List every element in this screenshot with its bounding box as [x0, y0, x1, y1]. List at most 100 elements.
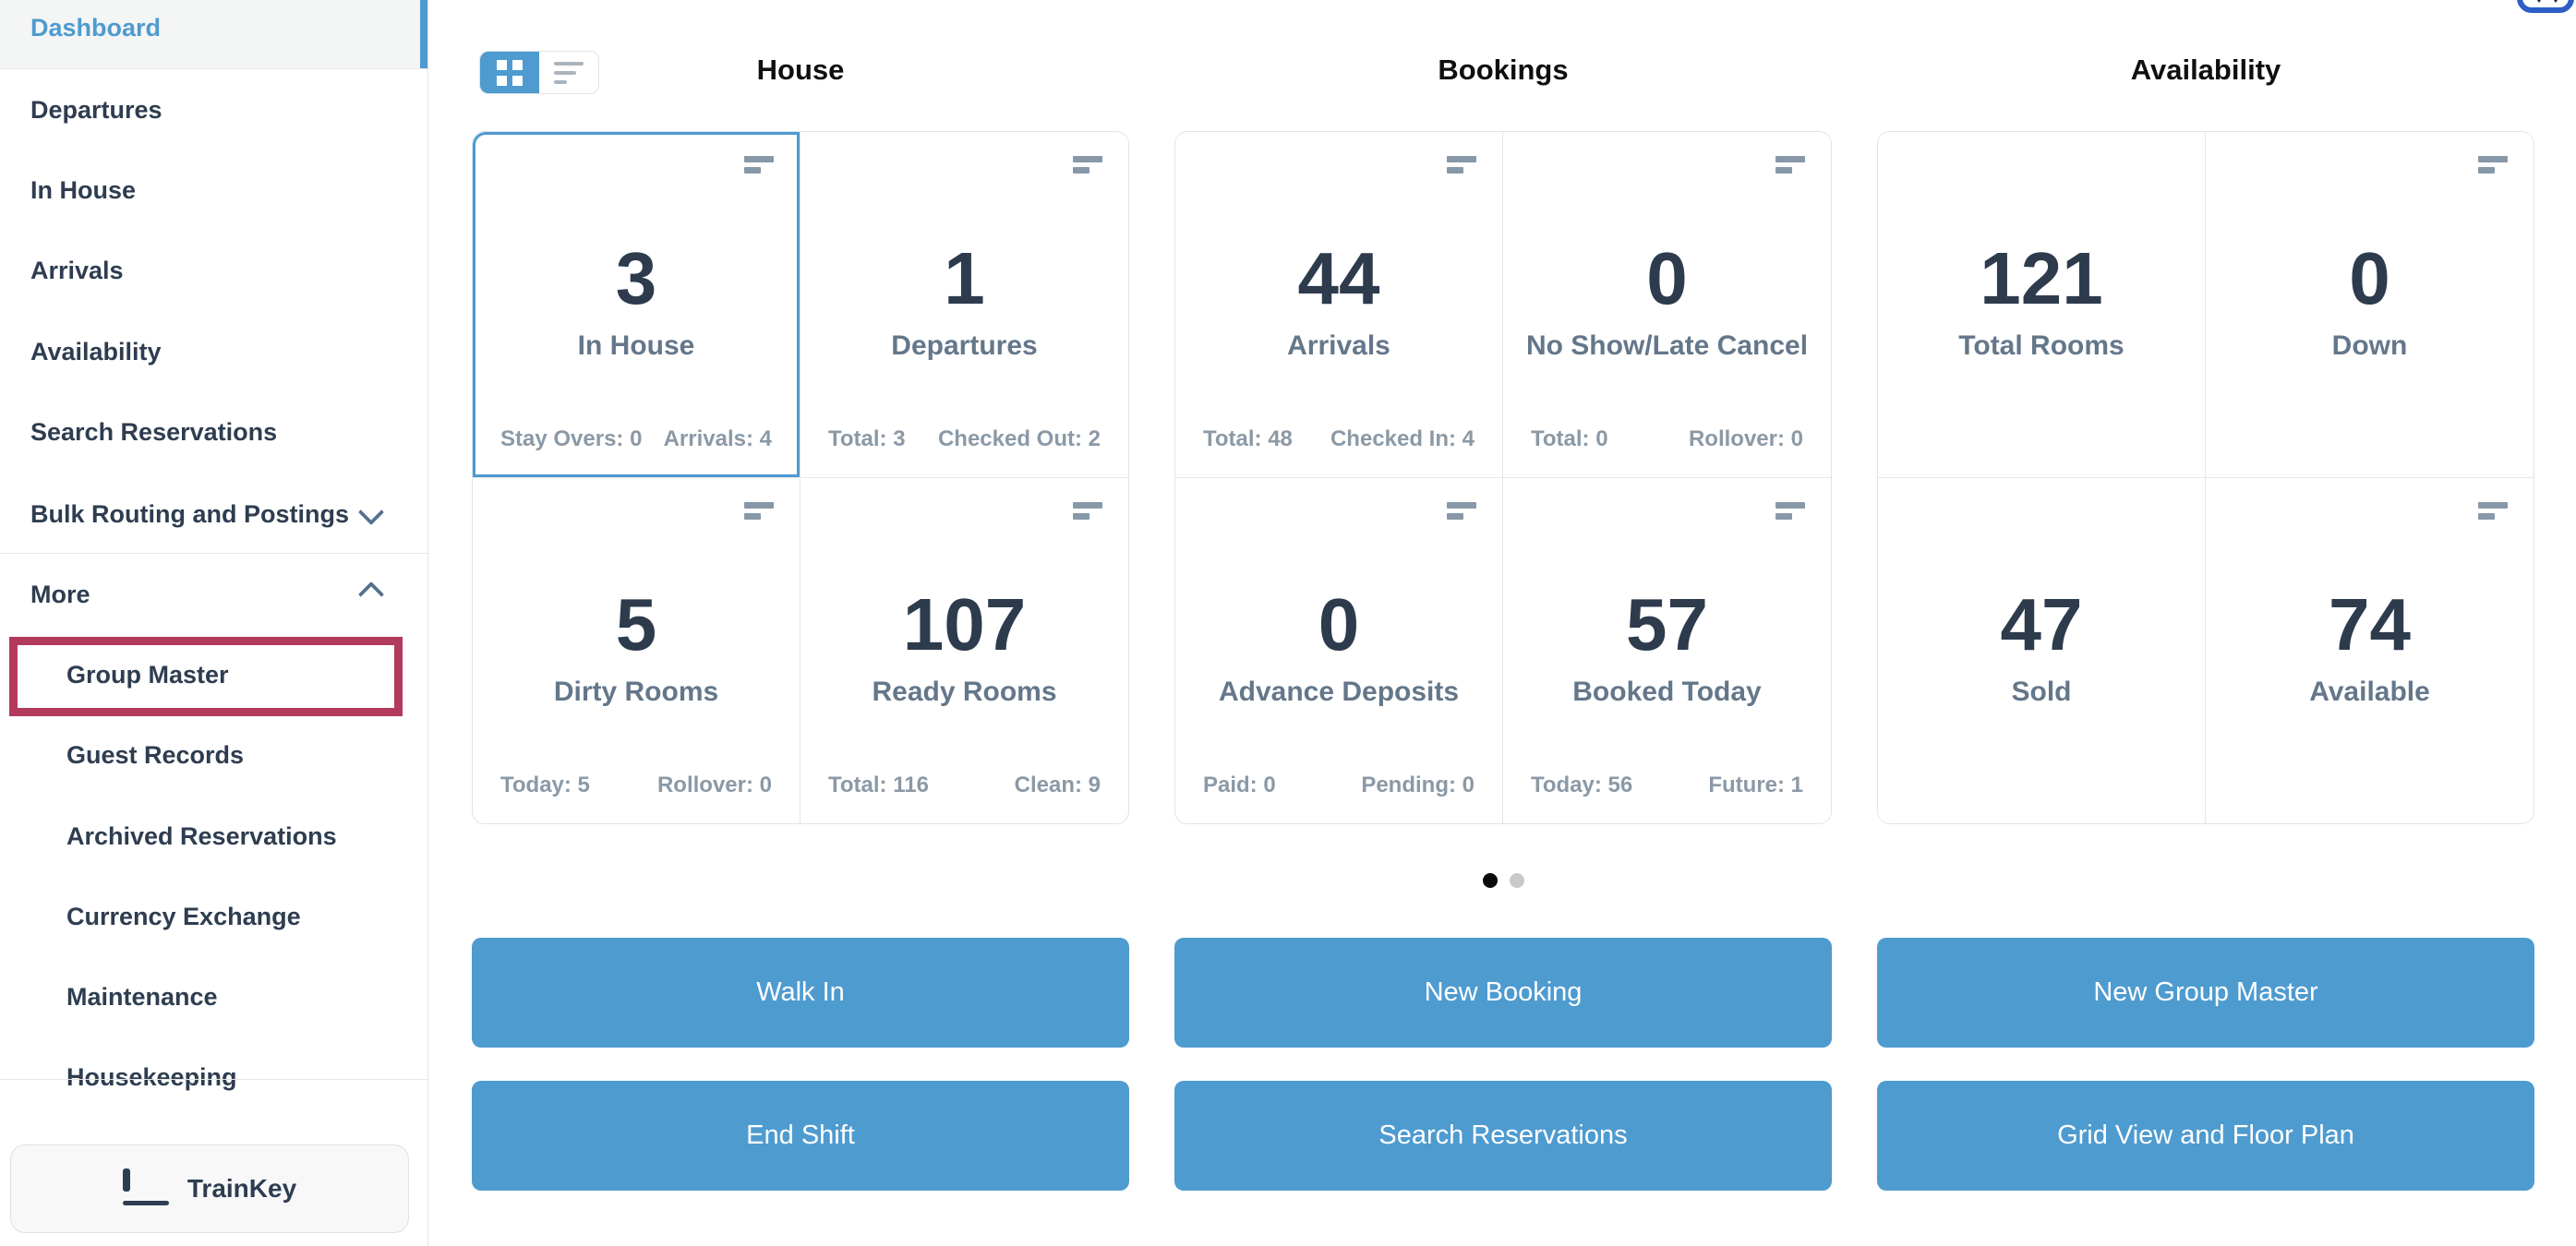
sidebar-item-bulk-routing[interactable]: Bulk Routing and Postings — [30, 499, 349, 529]
laptop-icon — [123, 1172, 169, 1205]
sidebar-item-currency-exchange[interactable]: Currency Exchange — [66, 902, 301, 931]
stat-card-down[interactable]: 0 Down — [2206, 132, 2534, 478]
stat-sub-right: Future: 1 — [1708, 773, 1803, 798]
sidebar-item-guest-records[interactable]: Guest Records — [66, 740, 244, 770]
sidebar-item-in-house[interactable]: In House — [30, 175, 136, 205]
chevron-up-icon[interactable] — [358, 581, 384, 607]
sidebar-item-arrivals[interactable]: Arrivals — [30, 256, 124, 285]
stat-value: 44 — [1175, 236, 1502, 321]
stat-card-dirty-rooms[interactable]: 5 Dirty Rooms Today: 5 Rollover: 0 — [473, 478, 800, 823]
stat-value: 0 — [1503, 236, 1831, 321]
menu-lines-icon[interactable] — [1447, 156, 1476, 174]
trainkey-label: TrainKey — [187, 1174, 296, 1204]
sidebar-item-search-reservations[interactable]: Search Reservations — [30, 417, 277, 447]
sidebar: Dashboard Departures In House Arrivals A… — [0, 0, 428, 1246]
stat-label: Departures — [800, 330, 1128, 362]
stat-label: Total Rooms — [1878, 330, 2205, 362]
stat-sub-right: Rollover: 0 — [1689, 426, 1803, 452]
sidebar-item-group-master[interactable]: Group Master — [66, 660, 229, 689]
sidebar-item-departures[interactable]: Departures — [30, 95, 163, 125]
stat-sub-left: Today: 5 — [500, 773, 590, 798]
menu-lines-icon[interactable] — [744, 502, 774, 521]
stat-card-in-house[interactable]: 3 In House Stay Overs: 0 Arrivals: 4 — [473, 132, 800, 478]
stat-card-departures[interactable]: 1 Departures Total: 3 Checked Out: 2 — [800, 132, 1128, 478]
stat-sub-left: Total: 116 — [828, 773, 929, 798]
stat-label: Booked Today — [1503, 677, 1831, 708]
stat-sub-left: Paid: 0 — [1203, 773, 1276, 798]
stat-sub-right: Pending: 0 — [1361, 773, 1475, 798]
sidebar-item-more[interactable]: More — [30, 580, 90, 609]
sidebar-item-dashboard[interactable]: Dashboard — [30, 13, 161, 42]
chevron-down-icon[interactable] — [358, 499, 384, 525]
menu-lines-icon[interactable] — [1776, 502, 1805, 521]
stat-label: Sold — [1878, 677, 2205, 708]
new-booking-button[interactable]: New Booking — [1174, 938, 1832, 1048]
stat-label: Arrivals — [1175, 330, 1502, 362]
sidebar-divider — [0, 553, 427, 554]
stat-label: In House — [473, 330, 800, 362]
stat-card-arrivals[interactable]: 44 Arrivals Total: 48 Checked In: 4 — [1175, 132, 1503, 478]
menu-lines-icon[interactable] — [744, 156, 774, 174]
stat-label: No Show/Late Cancel — [1503, 330, 1831, 362]
stat-sub-right: Checked Out: 2 — [938, 426, 1101, 452]
stat-sub-right: Arrivals: 4 — [664, 426, 772, 452]
carousel-pagination — [1174, 873, 1832, 888]
stat-value: 107 — [800, 582, 1128, 667]
menu-lines-icon[interactable] — [1073, 156, 1102, 174]
stat-card-no-show[interactable]: 0 No Show/Late Cancel Total: 0 Rollover: … — [1503, 132, 1831, 478]
house-panel: 3 In House Stay Overs: 0 Arrivals: 4 1 De… — [472, 131, 1129, 824]
menu-lines-icon[interactable] — [1447, 502, 1476, 521]
stat-value: 1 — [800, 236, 1128, 321]
section-title-house: House — [472, 54, 1129, 87]
dashboard-page: Dashboard Departures In House Arrivals A… — [0, 0, 2576, 1246]
stat-value: 5 — [473, 582, 800, 667]
walk-in-button[interactable]: Walk In — [472, 938, 1129, 1048]
new-group-master-button[interactable]: New Group Master — [1877, 938, 2534, 1048]
menu-lines-icon[interactable] — [2478, 502, 2508, 521]
stat-card-advance-deposits[interactable]: 0 Advance Deposits Paid: 0 Pending: 0 — [1175, 478, 1503, 823]
stat-value: 0 — [1175, 582, 1502, 667]
stat-card-available[interactable]: 74 Available — [2206, 478, 2534, 823]
stat-label: Down — [2206, 330, 2534, 362]
assistant-face-icon — [2534, 0, 2545, 3]
stat-card-booked-today[interactable]: 57 Booked Today Today: 56Future: 1 — [1503, 478, 1831, 823]
trainkey-button[interactable]: TrainKey — [10, 1144, 409, 1233]
stat-sub-right: Checked In: 4 — [1330, 426, 1475, 452]
pagination-dot-2[interactable] — [1510, 873, 1524, 888]
stat-sub-left: Total: 3 — [828, 426, 906, 452]
menu-lines-icon[interactable] — [1073, 502, 1102, 521]
menu-lines-icon[interactable] — [1776, 156, 1805, 174]
end-shift-button[interactable]: End Shift — [472, 1081, 1129, 1191]
stat-sub-left: Total: 0 — [1531, 426, 1608, 452]
assistant-widget[interactable] — [2517, 0, 2574, 13]
search-reservations-button[interactable]: Search Reservations — [1174, 1081, 1832, 1191]
sidebar-item-archived-reservations[interactable]: Archived Reservations — [66, 821, 337, 851]
availability-panel: 121 Total Rooms 0 Down 47 Sold 74 Availa… — [1877, 131, 2534, 824]
stat-sub-left: Today: 56 — [1531, 773, 1632, 798]
stat-label: Advance Deposits — [1175, 677, 1502, 708]
bookings-panel: 44 Arrivals Total: 48 Checked In: 4 0 No … — [1174, 131, 1832, 824]
sidebar-footer-divider — [0, 1079, 427, 1080]
sidebar-active-indicator — [420, 0, 427, 68]
stat-sub-left: Total: 48 — [1203, 426, 1293, 452]
sidebar-item-maintenance[interactable]: Maintenance — [66, 982, 218, 1012]
sidebar-item-availability[interactable]: Availability — [30, 337, 162, 366]
stat-sub-left: Stay Overs: 0 — [500, 426, 642, 452]
section-title-availability: Availability — [1877, 54, 2534, 87]
stat-value: 74 — [2206, 582, 2534, 667]
grid-view-floor-plan-button[interactable]: Grid View and Floor Plan — [1877, 1081, 2534, 1191]
stat-value: 47 — [1878, 582, 2205, 667]
stat-label: Dirty Rooms — [473, 677, 800, 708]
stat-card-ready-rooms[interactable]: 107 Ready Rooms Total: 116Clean: 9 — [800, 478, 1128, 823]
stat-value: 3 — [473, 236, 800, 321]
stat-card-sold[interactable]: 47 Sold — [1878, 478, 2206, 823]
menu-lines-icon[interactable] — [2478, 156, 2508, 174]
stat-value: 0 — [2206, 236, 2534, 321]
sidebar-item-housekeeping[interactable]: Housekeeping — [66, 1062, 237, 1092]
assistant-face-icon — [2550, 0, 2561, 3]
stat-card-total-rooms[interactable]: 121 Total Rooms — [1878, 132, 2206, 478]
section-title-bookings: Bookings — [1174, 54, 1832, 87]
stat-sub-right: Clean: 9 — [1015, 773, 1101, 798]
pagination-dot-1[interactable] — [1483, 873, 1498, 888]
stat-sub-right: Rollover: 0 — [657, 773, 772, 798]
